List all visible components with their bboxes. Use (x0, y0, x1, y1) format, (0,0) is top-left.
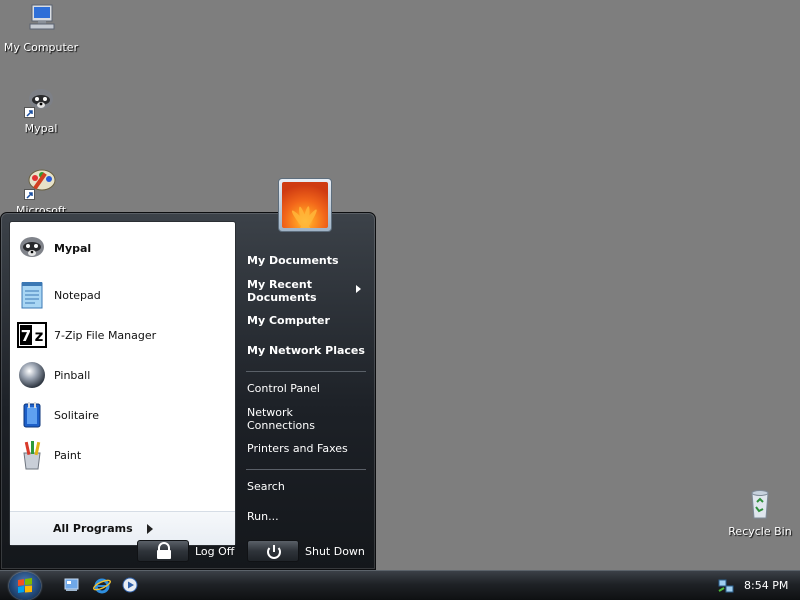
microsoft-paint-icon (24, 166, 58, 200)
power-icon (267, 545, 281, 559)
program-item-label: Paint (54, 448, 82, 462)
program-item-label: Mypal (54, 241, 92, 255)
log-off-label: Log Off (195, 545, 235, 558)
internet-explorer-icon[interactable] (93, 576, 111, 594)
start-menu-programs-pane: Mypal Notepad 7 z 7-Zip File Manager Pin… (9, 221, 236, 546)
log-off-button[interactable] (137, 540, 189, 562)
program-item-pinball[interactable]: Pinball (16, 357, 230, 393)
flower-avatar-icon (282, 182, 328, 228)
taskbar (0, 570, 800, 600)
desktop-icon-label: Recycle Bin (728, 525, 792, 538)
start-button[interactable] (9, 572, 41, 600)
menu-item-my-recent-documents[interactable]: My Recent Documents (247, 278, 317, 304)
program-item-solitaire[interactable]: Solitaire (16, 397, 230, 433)
recycle-bin-icon (743, 487, 777, 521)
menu-item-label: Connections (247, 419, 315, 432)
desktop-icon-recycle-bin[interactable]: Recycle Bin (720, 487, 800, 538)
program-item-7zip[interactable]: 7 z 7-Zip File Manager (16, 317, 230, 353)
menu-separator (246, 371, 366, 372)
desktop-icon-label: My Computer (3, 41, 79, 54)
program-item-label: Pinball (54, 368, 91, 382)
arrow-right-icon (146, 523, 153, 534)
menu-item-search[interactable]: Search (247, 480, 285, 493)
shortcut-arrow-icon (24, 189, 35, 200)
menu-item-label: My Recent (247, 278, 312, 291)
user-picture[interactable] (278, 178, 332, 232)
submenu-arrow-icon (356, 285, 361, 293)
menu-item-label: Network (247, 406, 293, 419)
mypal-raccoon-icon (24, 84, 58, 118)
computer-icon (24, 3, 58, 37)
menu-item-label: Documents (247, 291, 317, 304)
program-item-label: Solitaire (54, 408, 99, 422)
pinball-icon (16, 359, 48, 391)
network-tray-icon[interactable] (717, 577, 735, 595)
menu-item-my-computer[interactable]: My Computer (247, 314, 330, 327)
shut-down-label: Shut Down (305, 545, 365, 558)
menu-item-run[interactable]: Run... (247, 510, 279, 523)
notepad-icon (16, 279, 48, 311)
paint-brushes-icon (16, 439, 48, 471)
menu-item-my-documents[interactable]: My Documents (247, 254, 339, 267)
desktop-icon-label: Mypal (24, 122, 58, 135)
menu-separator (246, 469, 366, 470)
program-item-label: Notepad (54, 288, 101, 302)
solitaire-icon (16, 399, 48, 431)
lock-icon (157, 542, 171, 559)
menu-item-control-panel[interactable]: Control Panel (247, 382, 320, 395)
program-item-notepad[interactable]: Notepad (16, 277, 230, 313)
7zip-icon: 7 z (16, 319, 48, 351)
all-programs-label: All Programs (53, 522, 133, 535)
program-item-mypal[interactable]: Mypal (16, 230, 230, 266)
menu-item-my-network-places[interactable]: My Network Places (247, 344, 365, 357)
shortcut-arrow-icon (24, 107, 35, 118)
media-player-icon[interactable] (121, 576, 139, 594)
svg-text:z: z (35, 327, 44, 345)
program-item-label: 7-Zip File Manager (54, 328, 157, 342)
shut-down-button[interactable] (247, 540, 299, 562)
windows-logo-icon (18, 578, 32, 593)
desktop-icon-microsoft[interactable]: Microsoft (1, 166, 81, 217)
menu-item-printers-and-faxes[interactable]: Printers and Faxes (247, 442, 348, 455)
desktop-icon-my-computer[interactable]: My Computer (1, 3, 81, 54)
show-desktop-icon[interactable] (63, 576, 81, 594)
svg-text:7: 7 (21, 327, 31, 345)
program-item-paint[interactable]: Paint (16, 437, 230, 473)
desktop-icon-mypal[interactable]: Mypal (1, 84, 81, 135)
clock[interactable]: 8:54 PM (744, 579, 788, 592)
mypal-raccoon-icon (16, 232, 48, 264)
menu-item-network-connections[interactable]: Network Connections (247, 406, 315, 432)
all-programs-button[interactable]: All Programs (10, 511, 235, 545)
